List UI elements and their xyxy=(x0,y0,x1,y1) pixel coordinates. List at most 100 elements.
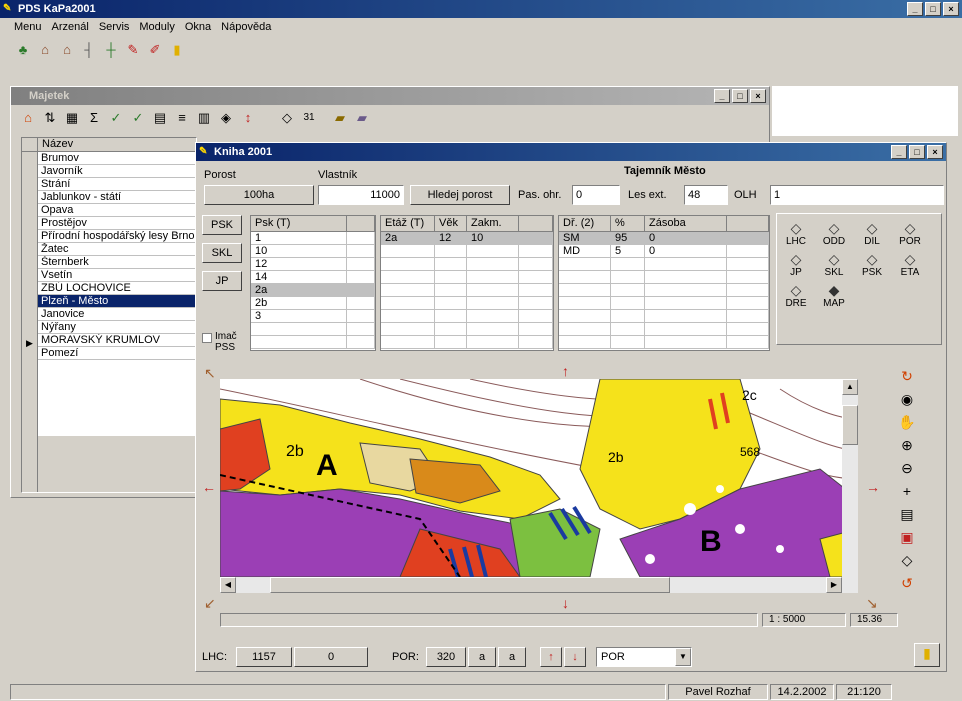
layer-toggle-odd[interactable]: ◇ ODD xyxy=(819,220,849,247)
list-item[interactable]: Vsetín xyxy=(38,269,196,282)
layer-toggle-por[interactable]: ◇ POR xyxy=(895,220,925,247)
sum-icon[interactable]: Σ xyxy=(84,108,104,128)
map-horizontal-scrollbar[interactable]: ◀ ▶ xyxy=(220,577,858,593)
table-row[interactable] xyxy=(381,323,553,336)
list-item[interactable]: Prostějov xyxy=(38,217,196,230)
table-row[interactable] xyxy=(381,245,553,258)
paint-red-icon[interactable]: ✐ xyxy=(145,40,165,60)
pin-icon[interactable]: ↕ xyxy=(238,108,258,128)
layer-toggle-dre[interactable]: ◇ DRE xyxy=(781,282,811,309)
list-item[interactable]: Jablunkov - státí xyxy=(38,191,196,204)
table-row[interactable]: 12 xyxy=(251,258,375,271)
layer-toggle-dil[interactable]: ◇ DIL xyxy=(857,220,887,247)
hledej-porost-button[interactable]: Hledej porost xyxy=(410,185,510,205)
table-row[interactable]: 3 xyxy=(251,310,375,323)
table-icon[interactable]: ▦ xyxy=(62,108,82,128)
jp-button[interactable]: JP xyxy=(202,271,242,291)
table-row[interactable] xyxy=(559,336,769,349)
list-item[interactable]: Přírodní hospodářský lesy Brno xyxy=(38,230,196,243)
scroll-up-button[interactable]: ▲ xyxy=(842,379,858,395)
table-row[interactable] xyxy=(559,258,769,271)
zoom-out-icon[interactable]: ⊖ xyxy=(896,457,918,479)
table-row[interactable]: MD 5 0 xyxy=(559,245,769,258)
psk-button[interactable]: PSK xyxy=(202,215,242,235)
table-row[interactable] xyxy=(381,258,553,271)
table-row[interactable] xyxy=(559,310,769,323)
close-button[interactable]: × xyxy=(943,2,959,16)
arrow-sw-icon[interactable]: ↙ xyxy=(204,595,216,612)
olh-field[interactable]: 1 xyxy=(770,185,944,205)
table-row[interactable] xyxy=(559,323,769,336)
check2-icon[interactable]: ✓ xyxy=(128,108,148,128)
table-row[interactable]: 10 xyxy=(251,245,375,258)
table-row[interactable]: 1 xyxy=(251,232,375,245)
value-field[interactable]: 11000 xyxy=(318,185,404,205)
menu-item[interactable]: Menu xyxy=(14,18,42,36)
por-prev-arrow-icon[interactable]: ↑ xyxy=(540,647,562,667)
majetek-minimize-button[interactable]: _ xyxy=(714,89,730,103)
drevina-grid[interactable]: Dř. (2) % Zásoba SM 95 0 MD 5 0 xyxy=(558,215,770,351)
menu-item[interactable]: Okna xyxy=(185,18,211,36)
layer-toggle-skl[interactable]: ◇ SKL xyxy=(819,251,849,278)
por-next-arrow-icon[interactable]: ↓ xyxy=(564,647,586,667)
rotate-icon[interactable]: ↻ xyxy=(896,365,918,387)
arrow-north-icon[interactable]: ↑ xyxy=(562,363,569,379)
home-icon[interactable]: ⌂ xyxy=(18,108,38,128)
buildings-icon[interactable]: ⌂ xyxy=(57,40,77,60)
pct-grid-header[interactable]: % xyxy=(611,216,645,231)
psk-grid-header[interactable]: Psk (T) xyxy=(251,216,347,231)
scroll-thumb-v[interactable] xyxy=(842,405,858,445)
layer-toggle-psk[interactable]: ◇ PSK xyxy=(857,251,887,278)
list-item[interactable]: Brumov xyxy=(38,152,196,165)
scroll-left-button[interactable]: ◀ xyxy=(220,577,236,593)
imac-pss-checkbox[interactable] xyxy=(202,333,212,343)
list-item[interactable]: Nýřany xyxy=(38,321,196,334)
arrow-south-icon[interactable]: ↓ xyxy=(562,595,569,611)
kniha-minimize-button[interactable]: _ xyxy=(891,145,907,159)
table-row[interactable] xyxy=(381,310,553,323)
lhc-second-button[interactable]: 0 xyxy=(294,647,368,667)
building-icon[interactable]: ⌂ xyxy=(35,40,55,60)
layers-red-icon[interactable]: ▣ xyxy=(896,526,918,548)
imac-pss-checkbox-row[interactable]: Imač PSS xyxy=(202,331,245,353)
layer-toggle-eta[interactable]: ◇ ETA xyxy=(895,251,925,278)
list-item[interactable]: Strání xyxy=(38,178,196,191)
exit-door-icon[interactable]: ▮ xyxy=(167,40,187,60)
check-icon[interactable]: ✓ xyxy=(106,108,126,128)
grid-icon[interactable]: ▤ xyxy=(150,108,170,128)
menu-item[interactable]: Moduly xyxy=(139,18,174,36)
layers-icon[interactable]: ◇ xyxy=(277,108,297,128)
exit-door-icon[interactable]: ▮ xyxy=(914,643,940,667)
globe-icon[interactable]: ◉ xyxy=(896,388,918,410)
layer-toggle-jp[interactable]: ◇ JP xyxy=(781,251,811,278)
majetek-close-button[interactable]: × xyxy=(750,89,766,103)
menu-item[interactable]: Servis xyxy=(99,18,130,36)
table-row[interactable]: 2a 12 10 xyxy=(381,232,553,245)
pas-ohr-field[interactable]: 0 xyxy=(572,185,620,205)
kniha-close-button[interactable]: × xyxy=(927,145,943,159)
list-item[interactable]: MORAVSKÝ KRUMLOV xyxy=(38,334,196,347)
minimize-button[interactable]: _ xyxy=(907,2,923,16)
table-row[interactable]: 2a xyxy=(251,284,375,297)
chevron-down-icon[interactable]: ▼ xyxy=(675,648,691,666)
etaz-grid[interactable]: Etáž (T) Věk Zakm. 2a 12 10 xyxy=(380,215,554,351)
print-icon[interactable]: ▤ xyxy=(896,503,918,525)
menu-item[interactable]: Nápověda xyxy=(221,18,271,36)
table-row[interactable] xyxy=(381,297,553,310)
crosshair-icon[interactable]: + xyxy=(896,480,918,502)
scroll-thumb-h[interactable] xyxy=(270,577,670,593)
arrow-west-icon[interactable]: ← xyxy=(202,479,216,495)
table-row[interactable] xyxy=(381,271,553,284)
lhc-value-button[interactable]: 1157 xyxy=(236,647,292,667)
list-item[interactable]: Šternberk xyxy=(38,256,196,269)
por-a-button[interactable]: a xyxy=(468,647,496,667)
table-row[interactable]: 2b xyxy=(251,297,375,310)
paint-icon[interactable]: ✎ xyxy=(123,40,143,60)
list-item[interactable]: Javorník xyxy=(38,165,196,178)
table-row[interactable] xyxy=(559,271,769,284)
map-icon[interactable]: ◈ xyxy=(216,108,236,128)
table-row[interactable] xyxy=(381,336,553,349)
list-item[interactable]: Pomezí xyxy=(38,347,196,360)
maximize-button[interactable]: □ xyxy=(925,2,941,16)
etaz-grid-header[interactable]: Etáž (T) xyxy=(381,216,435,231)
